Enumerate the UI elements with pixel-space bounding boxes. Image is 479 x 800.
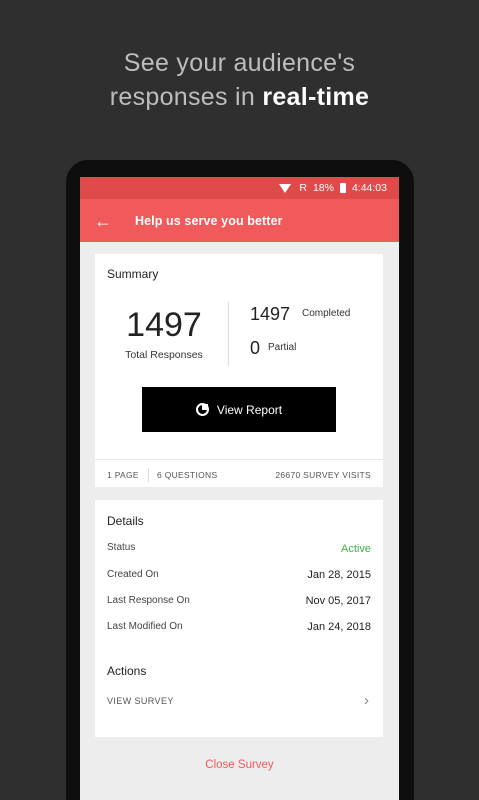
details-title: Details <box>107 514 144 528</box>
total-responses-value: 1497 <box>126 306 202 344</box>
completed-label: Completed <box>302 308 351 319</box>
summary-divider <box>228 302 229 366</box>
survey-visits: 26670 SURVEY VISITS <box>275 470 371 480</box>
summary-bottom-divider <box>95 459 383 460</box>
created-on-label: Created On <box>107 569 159 580</box>
pages-count: 1 PAGE <box>107 470 139 480</box>
page-title: Help us serve you better <box>135 213 283 228</box>
last-response-value: Nov 05, 2017 <box>305 595 371 607</box>
partial-value: 0 <box>250 338 261 358</box>
app-bar: ← Help us serve you better <box>80 199 399 242</box>
promo-line-2-bold: real-time <box>262 83 370 111</box>
promo-line-2-prefix: responses in <box>109 83 263 111</box>
total-responses-label: Total Responses <box>125 349 203 361</box>
chevron-right-icon[interactable]: › <box>364 692 369 709</box>
actions-title: Actions <box>107 664 147 678</box>
view-report-button[interactable]: View Report <box>142 387 336 432</box>
back-arrow-icon[interactable]: ← <box>94 212 135 230</box>
status-label: Status <box>107 542 136 553</box>
details-card: Details Status Active Created On Jan 28,… <box>95 500 383 737</box>
status-badge: Active <box>341 543 371 555</box>
created-on-value: Jan 28, 2015 <box>307 569 371 581</box>
last-modified-value: Jan 24, 2018 <box>307 621 371 633</box>
completed-value: 1497 <box>250 304 291 324</box>
close-survey-button[interactable]: Close Survey <box>80 759 399 771</box>
summary-title: Summary <box>107 267 159 281</box>
pie-chart-icon <box>195 403 209 416</box>
clock: 4:44:03 <box>351 182 387 194</box>
promo-headline: See your audience's responses in real-ti… <box>0 46 479 114</box>
questions-count: 6 QUESTIONS <box>157 470 218 480</box>
app-screen: R 18% 4:44:03 ← Help us serve you better… <box>80 177 399 800</box>
summary-card: Summary 1497 Total Responses 1497 Comple… <box>95 254 383 487</box>
view-report-label: View Report <box>216 402 283 417</box>
last-modified-label: Last Modified On <box>107 621 183 632</box>
view-survey-link[interactable]: VIEW SURVEY <box>107 696 174 706</box>
promo-line-1: See your audience's <box>123 49 356 77</box>
battery-percent: 18% <box>312 182 334 194</box>
meta-separator <box>148 468 149 482</box>
partial-label: Partial <box>268 342 297 353</box>
status-bar: R 18% 4:44:03 <box>80 177 399 199</box>
wifi-icon <box>279 183 292 193</box>
battery-icon <box>339 183 346 193</box>
promo-line-2: responses in real-time <box>0 80 479 114</box>
network-indicator: R <box>299 182 307 194</box>
last-response-label: Last Response On <box>107 595 190 606</box>
